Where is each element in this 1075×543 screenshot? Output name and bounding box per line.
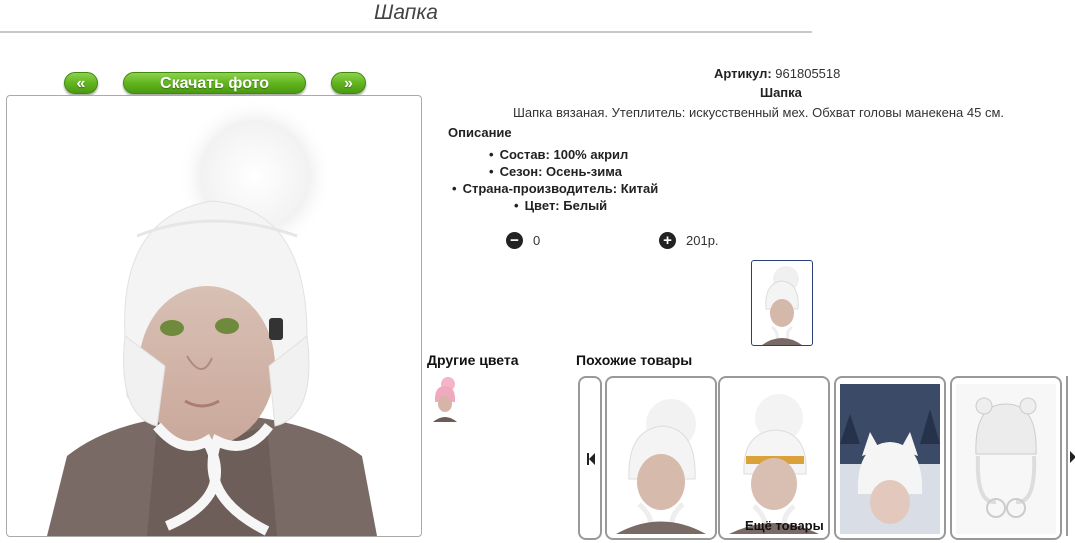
photo-thumbnail[interactable] — [751, 260, 813, 346]
page-header: Шапка — [0, 0, 812, 33]
similar-product-image — [956, 384, 1056, 534]
similar-product-card[interactable] — [834, 376, 946, 540]
carousel-next-button[interactable] — [1066, 376, 1075, 536]
next-photo-button[interactable]: » — [331, 72, 366, 94]
similar-product-card[interactable] — [950, 376, 1062, 540]
attribute-item: Состав: 100% акрил — [489, 147, 629, 162]
product-photo-image — [47, 98, 377, 536]
similar-product-image — [729, 394, 819, 534]
similar-heading: Похожие товары — [576, 352, 693, 368]
download-photo-label: Скачать фото — [160, 75, 269, 92]
attribute-item: Страна-производитель: Китай — [452, 181, 659, 196]
left-arrow-icon — [587, 453, 595, 465]
product-description: Шапка вязаная. Утеплитель: искусственный… — [513, 105, 1005, 120]
color-variant-thumbnail[interactable] — [430, 376, 460, 422]
product-name: Шапка — [760, 85, 802, 100]
minus-circle-icon[interactable]: − — [506, 232, 523, 249]
similar-product-image — [616, 399, 706, 534]
plus-circle-icon[interactable]: + — [659, 232, 676, 249]
price-value: 201р. — [686, 233, 719, 248]
download-photo-button[interactable]: Скачать фото — [123, 72, 306, 94]
attribute-item: Цвет: Белый — [514, 198, 608, 213]
page-title: Шапка — [374, 1, 438, 24]
article-value: 961805518 — [775, 66, 841, 81]
next-photo-label: » — [344, 75, 353, 92]
attribute-item: Сезон: Осень-зима — [489, 164, 622, 179]
main-product-photo[interactable] — [6, 95, 422, 537]
similar-product-image — [840, 384, 940, 534]
similar-product-card[interactable] — [718, 376, 830, 540]
prev-photo-button[interactable]: « — [64, 72, 98, 94]
pink-hat-image — [433, 377, 457, 422]
thumbnail-image — [762, 266, 802, 345]
carousel-prev-button[interactable] — [578, 376, 602, 540]
quantity-value: 0 — [533, 233, 541, 248]
description-heading: Описание — [448, 125, 512, 140]
other-colors-heading: Другие цвета — [427, 352, 519, 368]
article-label: Артикул: — [714, 66, 772, 81]
right-arrow-icon — [1070, 451, 1075, 463]
more-products-link[interactable]: Ещё товары — [745, 518, 824, 533]
prev-photo-label: « — [76, 75, 86, 92]
article-row: Артикул: 961805518 — [714, 66, 840, 81]
similar-product-card[interactable] — [605, 376, 717, 540]
